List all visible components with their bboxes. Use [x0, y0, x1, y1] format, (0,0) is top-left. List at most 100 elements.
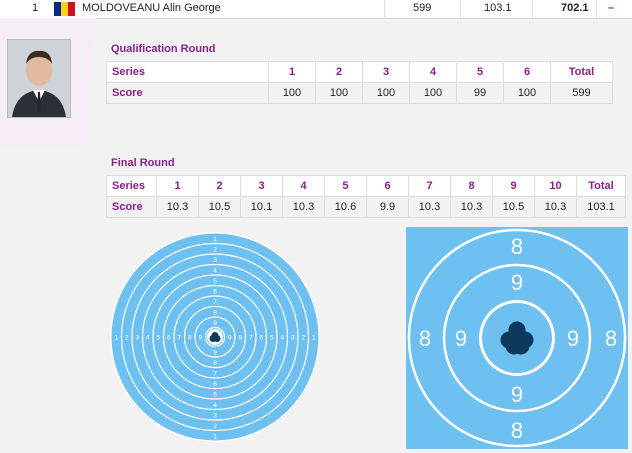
ring-label: 7: [213, 370, 217, 377]
ring-label: 7: [249, 335, 253, 342]
series-header: 10: [534, 175, 577, 197]
score-total: 103.1: [576, 196, 626, 218]
qualification-table: Series 1 2 3 4 5 6 Total Score 100 100 1…: [106, 61, 613, 104]
ring-label: 4: [146, 335, 150, 342]
score-cell: 10.5: [198, 196, 241, 218]
zoom-target-svg: 888 8999 9: [406, 227, 628, 449]
score-cell: 99: [456, 82, 504, 104]
ring-label: 2: [125, 335, 129, 342]
row-label-score: Score: [106, 82, 269, 104]
total-header: Total: [576, 175, 626, 197]
final-title: Final Round: [111, 157, 175, 169]
ring-label: 3: [213, 257, 217, 264]
ring-label: 6: [167, 335, 171, 342]
qualification-title: Qualification Round: [111, 43, 216, 55]
score-cell: 10.3: [534, 196, 577, 218]
score-cell: 100: [315, 82, 363, 104]
final-total: 103.1: [484, 2, 512, 14]
score-cell: 100: [268, 82, 316, 104]
score-cell: 10.1: [240, 196, 283, 218]
series-header: 7: [408, 175, 451, 197]
result-row[interactable]: 1 MOLDOVEANU Alin George 599 103.1 702.1…: [0, 0, 632, 19]
ring-label: 1: [312, 335, 316, 342]
divider: [532, 0, 533, 18]
ring-label: 3: [135, 335, 139, 342]
series-header: 4: [282, 175, 325, 197]
ring-label: 2: [301, 335, 305, 342]
ring-label: 5: [213, 278, 217, 285]
ring-label: 5: [156, 335, 160, 342]
ring-label: 1: [114, 335, 118, 342]
row-label-series: Series: [106, 61, 269, 83]
ring-label: 9: [511, 382, 523, 407]
shot-mark: [211, 334, 219, 341]
ring-label: 2: [213, 423, 217, 430]
final-table: Series 1 2 3 4 5 6 7 8 9 10 Total Score …: [106, 175, 626, 218]
series-header: 9: [492, 175, 535, 197]
score-cell: 9.9: [366, 196, 409, 218]
athlete-photo: [7, 39, 71, 118]
series-header: 1: [268, 61, 316, 83]
score-cell: 100: [362, 82, 410, 104]
ring-label: 9: [213, 320, 217, 327]
series-header: 4: [409, 61, 457, 83]
full-target-svg: 111 1222 2333 3444 4555 5666 6777 7888 8999 9: [110, 232, 320, 442]
ring-label: 8: [213, 309, 217, 316]
ring-label: 9: [198, 335, 202, 342]
score-total: 599: [550, 82, 613, 104]
ring-label: 8: [511, 234, 523, 259]
divider: [596, 0, 597, 18]
ring-label: 4: [213, 267, 217, 274]
ring-label: 3: [213, 412, 217, 419]
divider: [460, 0, 461, 18]
ring-label: 9: [228, 335, 232, 342]
series-header: 2: [198, 175, 241, 197]
score-cell: 100: [409, 82, 457, 104]
collapse-icon[interactable]: –: [608, 0, 614, 18]
score-cell: 10.3: [282, 196, 325, 218]
ring-label: 8: [188, 335, 192, 342]
series-header: 3: [240, 175, 283, 197]
total-header: Total: [550, 61, 613, 83]
ring-label: 6: [259, 335, 263, 342]
ring-label: 5: [270, 335, 274, 342]
ring-label: 8: [605, 326, 617, 351]
ring-label: 9: [213, 349, 217, 356]
row-label-score: Score: [106, 196, 157, 218]
ring-label: 7: [213, 299, 217, 306]
series-header: 6: [366, 175, 409, 197]
series-header: 2: [315, 61, 363, 83]
ring-label: 4: [213, 402, 217, 409]
series-header: 6: [503, 61, 551, 83]
score-cell: 10.3: [450, 196, 493, 218]
ring-label: 8: [213, 360, 217, 367]
series-header: 5: [324, 175, 367, 197]
score-cell: 10.3: [156, 196, 199, 218]
grand-total: 702.1: [561, 2, 589, 14]
athlete-name[interactable]: MOLDOVEANU Alin George: [82, 0, 221, 18]
series-header: 5: [456, 61, 504, 83]
ring-label: 5: [213, 391, 217, 398]
ring-label: 9: [567, 326, 579, 351]
series-header: 8: [450, 175, 493, 197]
score-cell: 100: [503, 82, 551, 104]
ring-label: 8: [419, 326, 431, 351]
series-header: 1: [156, 175, 199, 197]
ring-label: 1: [213, 236, 217, 243]
ring-label: 2: [213, 246, 217, 253]
divider: [384, 0, 385, 18]
series-header: 3: [362, 61, 410, 83]
qual-total: 599: [413, 2, 432, 14]
ring-label: 9: [455, 326, 467, 351]
ring-label: 8: [238, 335, 242, 342]
ring-label: 4: [280, 335, 284, 342]
score-cell: 10.3: [408, 196, 451, 218]
row-label-series: Series: [106, 175, 157, 197]
romania-flag-icon: [54, 2, 75, 16]
rank: 1: [32, 2, 39, 14]
ring-label: 8: [511, 418, 523, 443]
score-cell: 10.6: [324, 196, 367, 218]
ring-label: 6: [213, 288, 217, 295]
ring-label: 1: [213, 433, 217, 440]
ring-label: 7: [177, 335, 181, 342]
